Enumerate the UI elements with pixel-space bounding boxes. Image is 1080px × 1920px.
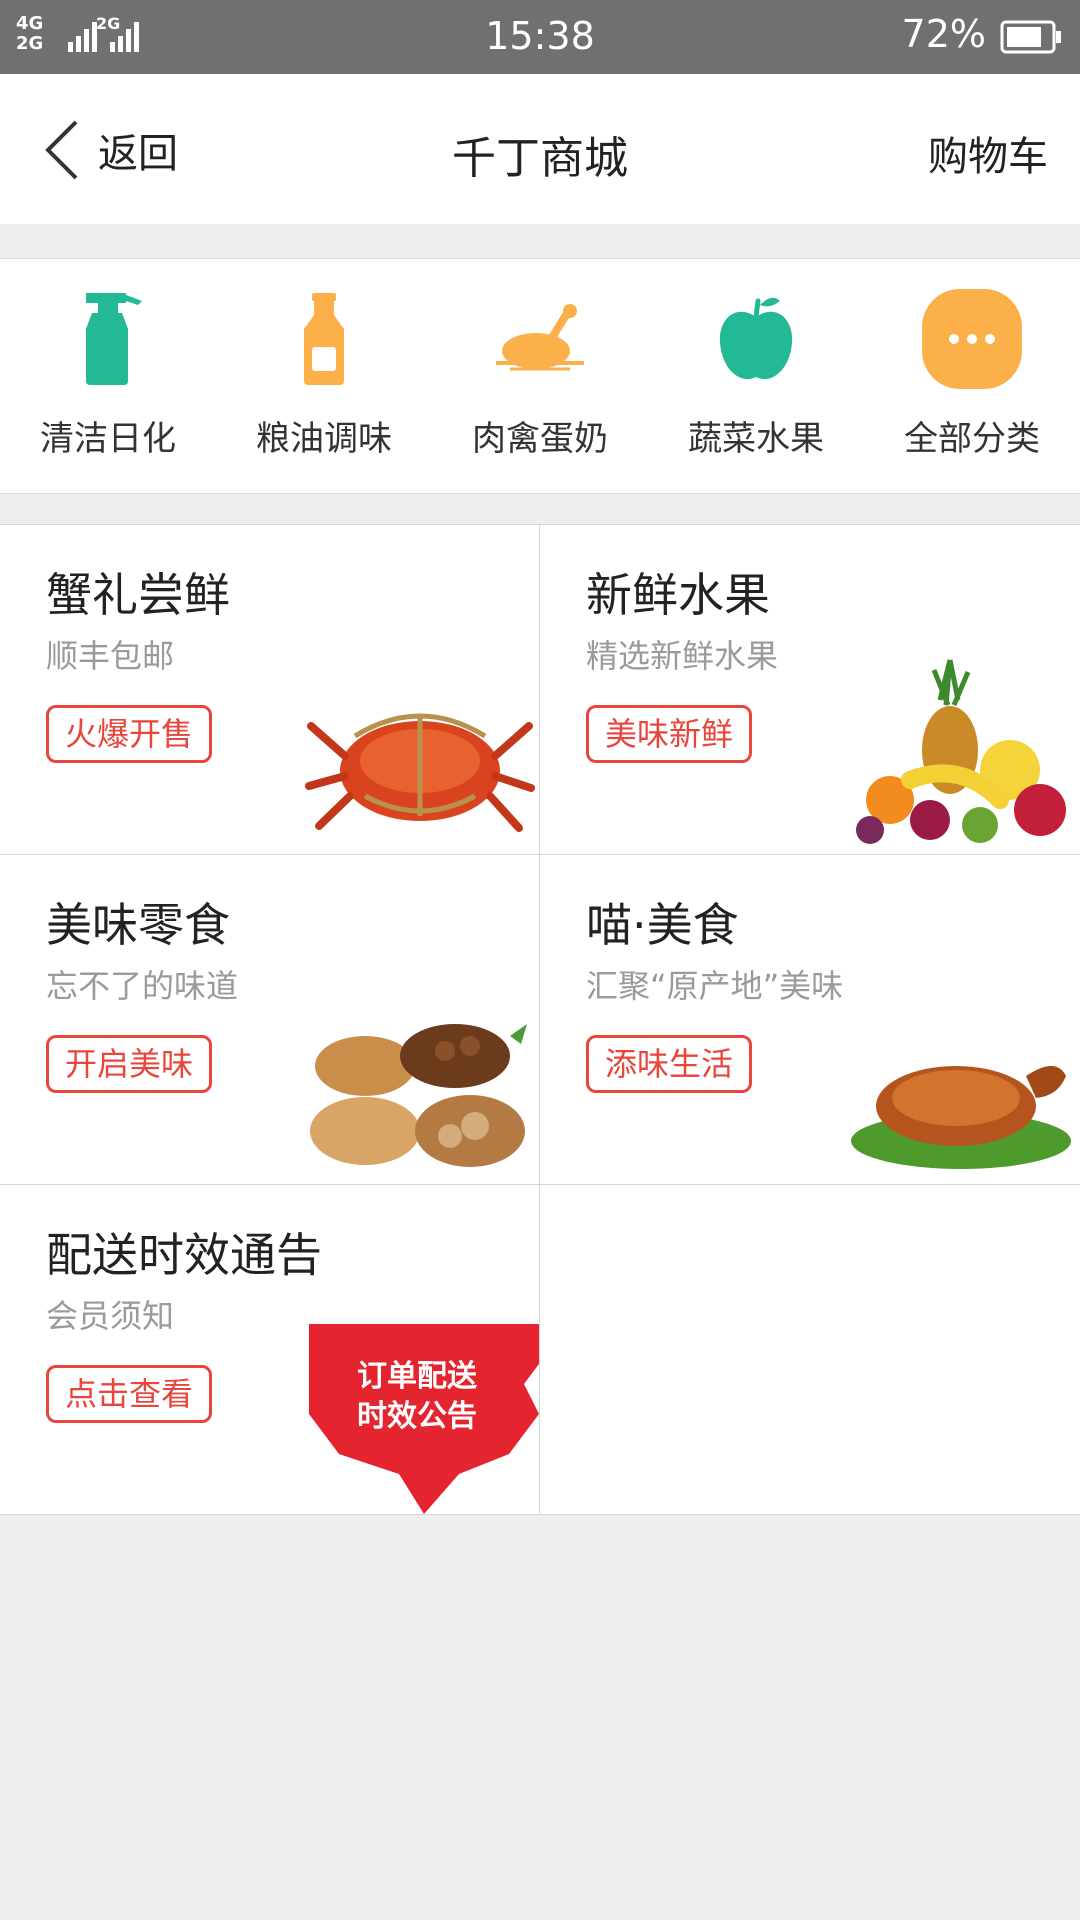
- battery-percent: 72%: [901, 12, 986, 56]
- battery-icon: [1000, 20, 1061, 54]
- status-bar: 4G 2G 2G 15:38 72%: [0, 0, 1080, 74]
- fruit-image: [856, 659, 1066, 844]
- grid-row: 美味零食 忘不了的味道 开启美味 喵·美食 汇聚“原产地”美味 添味生活: [0, 855, 1080, 1185]
- apple-icon: [719, 297, 793, 380]
- card-subtitle: 顺丰包邮: [46, 637, 175, 675]
- card-title: 配送时效通告: [46, 1228, 322, 1282]
- page-title: 千丁商城: [452, 133, 628, 184]
- product-card-crab[interactable]: 蟹礼尝鲜 顺丰包邮 火爆开售: [0, 525, 540, 854]
- category-grain-oil[interactable]: 粮油调味: [216, 259, 432, 493]
- card-subtitle: 忘不了的味道: [46, 967, 239, 1005]
- category-meat[interactable]: 肉禽蛋奶: [432, 259, 648, 493]
- card-tag-button[interactable]: 美味新鲜: [586, 705, 753, 763]
- card-tag-button[interactable]: 添味生活: [586, 1035, 753, 1093]
- card-subtitle: 汇聚“原产地”美味: [586, 967, 844, 1005]
- card-title: 蟹礼尝鲜: [46, 568, 230, 622]
- category-all[interactable]: 全部分类: [864, 259, 1080, 493]
- category-vegetables-fruit[interactable]: 蔬菜水果: [648, 259, 864, 493]
- category-label: 清洁日化: [40, 419, 176, 459]
- roast-chicken-icon: [496, 304, 584, 371]
- sauce-bottle-icon: [304, 293, 344, 385]
- category-label: 蔬菜水果: [688, 419, 824, 459]
- product-card-notice[interactable]: 配送时效通告 会员须知 点击查看 订单配送 时效公告: [0, 1185, 540, 1514]
- nav-bar: 返回 千丁商城 购物车: [0, 74, 1080, 224]
- product-card-snacks[interactable]: 美味零食 忘不了的味道 开启美味: [0, 855, 540, 1184]
- card-title: 美味零食: [46, 898, 230, 952]
- card-subtitle: 精选新鲜水果: [586, 637, 779, 675]
- empty-cell: [540, 1185, 1080, 1514]
- card-tag-button[interactable]: 火爆开售: [46, 705, 213, 763]
- product-grid: 蟹礼尝鲜 顺丰包邮 火爆开售 新鲜水果 精选新鲜水果 美味新鲜 美味零食 忘不了…: [0, 524, 1080, 1515]
- notice-banner-image: 订单配送 时效公告: [309, 1324, 539, 1514]
- more-icon: [922, 289, 1022, 389]
- product-card-food[interactable]: 喵·美食 汇聚“原产地”美味 添味生活: [540, 855, 1080, 1184]
- grid-row: 配送时效通告 会员须知 点击查看 订单配送 时效公告: [0, 1185, 1080, 1515]
- cart-button[interactable]: 购物车: [928, 124, 1048, 182]
- card-tag-button[interactable]: 点击查看: [46, 1365, 213, 1423]
- crab-image: [305, 713, 535, 832]
- spray-bottle-icon: [86, 293, 142, 385]
- card-title: 喵·美食: [586, 898, 739, 952]
- banner-text-line-1: 订单配送: [357, 1359, 477, 1394]
- grid-row: 蟹礼尝鲜 顺丰包邮 火爆开售 新鲜水果 精选新鲜水果 美味新鲜: [0, 525, 1080, 855]
- category-label: 粮油调味: [256, 419, 392, 459]
- roast-duck-image: [851, 1066, 1071, 1169]
- card-tag-button[interactable]: 开启美味: [46, 1035, 213, 1093]
- category-bar: 清洁日化 粮油调味 肉禽蛋奶 蔬菜水果 全部分类: [0, 258, 1080, 494]
- category-cleaning[interactable]: 清洁日化: [0, 259, 216, 493]
- category-label: 肉禽蛋奶: [472, 419, 608, 459]
- product-card-fruit[interactable]: 新鲜水果 精选新鲜水果 美味新鲜: [540, 525, 1080, 854]
- nuts-image: [310, 1024, 527, 1167]
- category-label: 全部分类: [904, 419, 1040, 459]
- banner-text-line-2: 时效公告: [357, 1399, 477, 1434]
- card-title: 新鲜水果: [586, 568, 770, 622]
- card-subtitle: 会员须知: [46, 1297, 175, 1335]
